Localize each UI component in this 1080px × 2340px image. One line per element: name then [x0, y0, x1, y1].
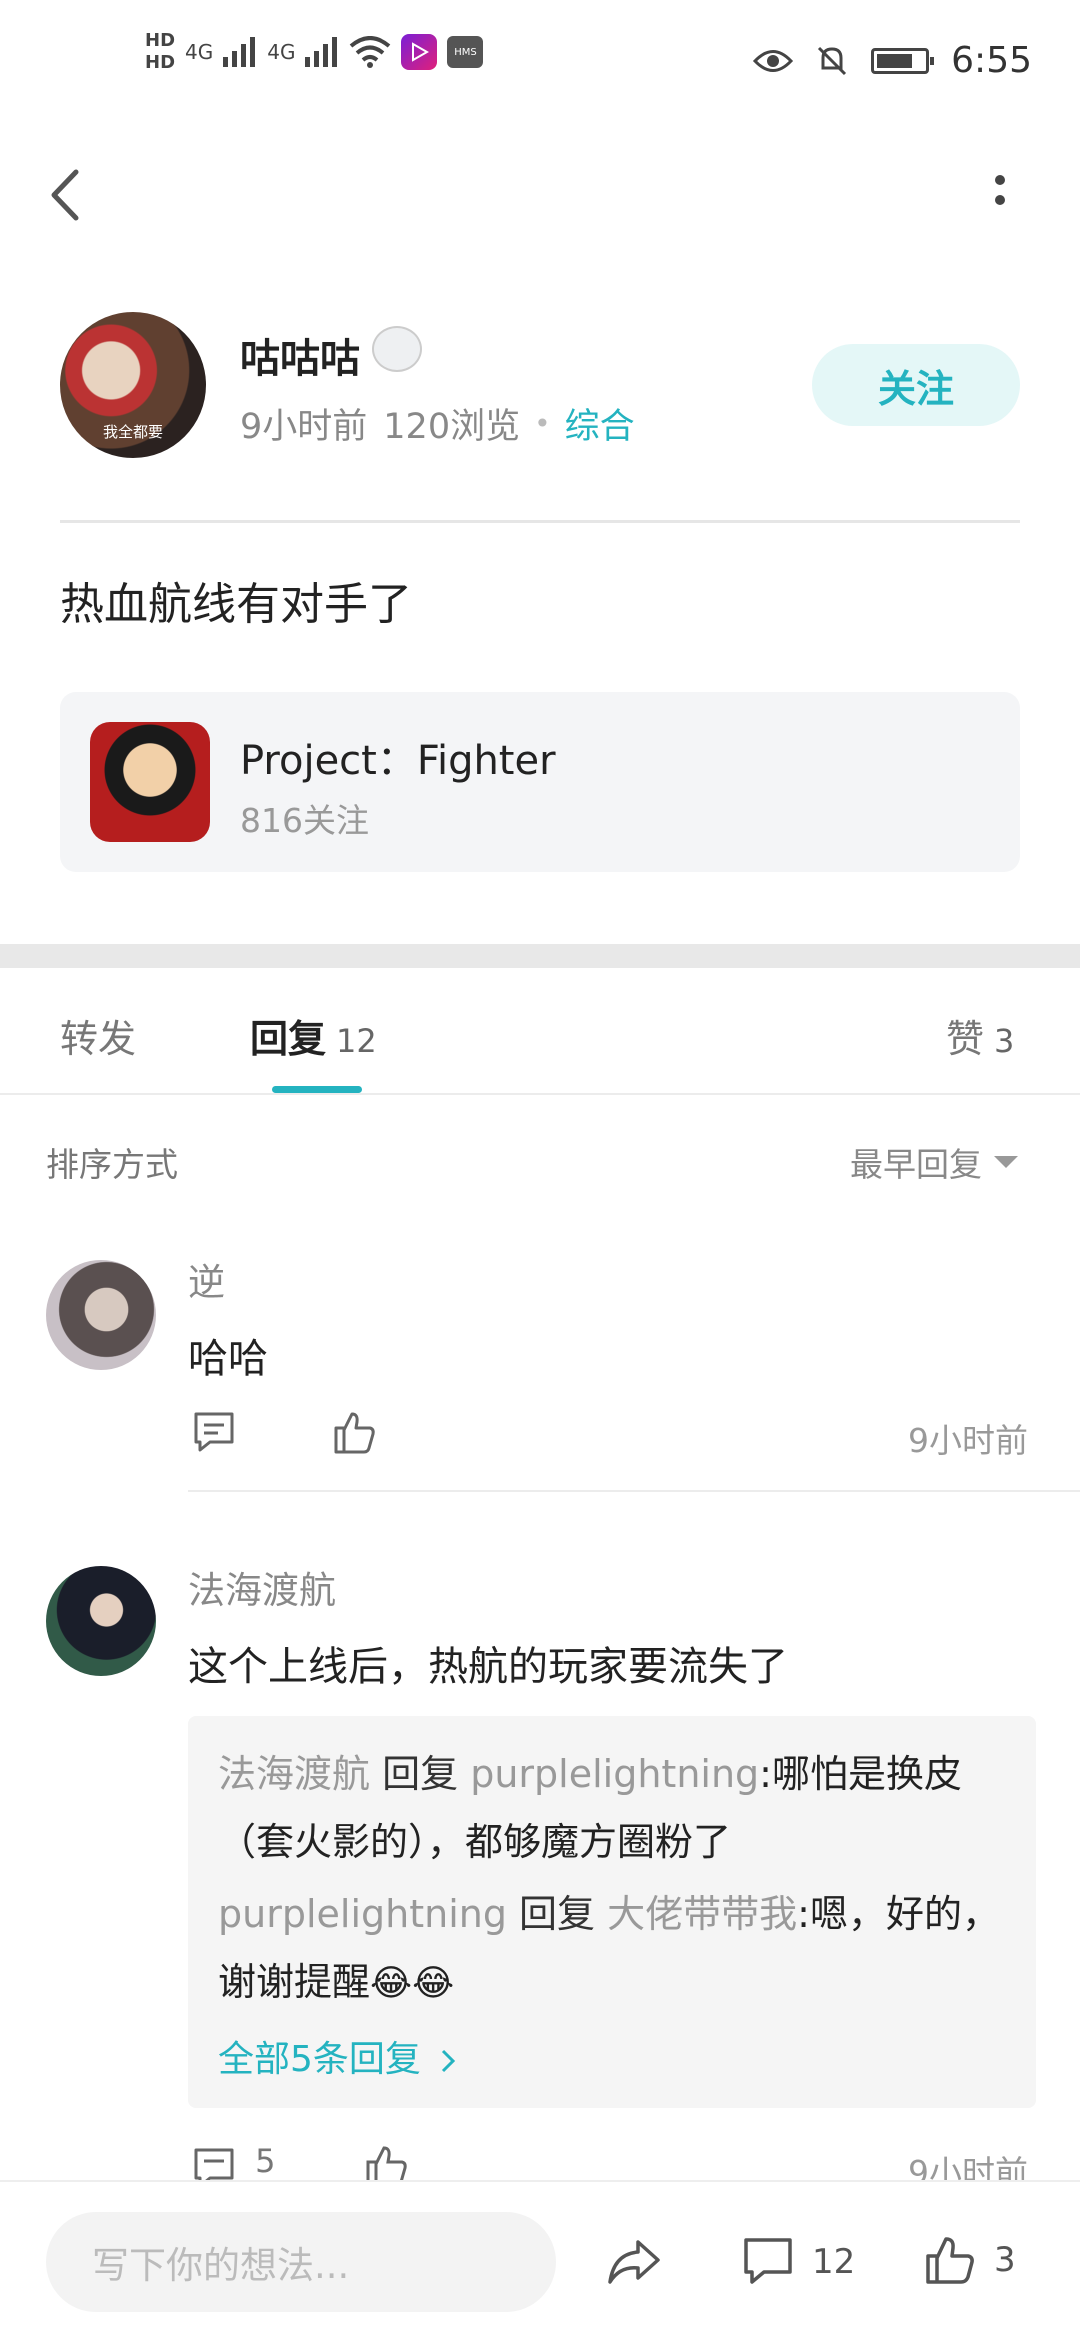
- commenter-name[interactable]: 逆: [188, 1252, 225, 1306]
- reply-verb: 回复: [519, 1892, 596, 1936]
- comment-count: 12: [812, 2242, 856, 2282]
- follow-button[interactable]: 关注: [812, 344, 1020, 426]
- signal-bars-icon: [305, 37, 338, 67]
- chevron-right-icon: [442, 2049, 456, 2073]
- reply-item: purplelightning 回复 大佬带带我:嗯，好的，谢谢提醒😂😂: [218, 1880, 1008, 2018]
- sort-dropdown[interactable]: 最早回复: [850, 1138, 1018, 1186]
- signal-bars-icon: [223, 37, 256, 67]
- reply-to[interactable]: purplelightning: [470, 1752, 759, 1796]
- dropdown-triangle-icon: [994, 1156, 1018, 1168]
- comment-bubble-icon: [744, 2238, 792, 2284]
- game-name: Project：Fighter: [240, 738, 556, 784]
- comment-text: 哈哈: [188, 1336, 268, 1382]
- post-meta: 9小时前 120浏览 • 综合: [240, 398, 635, 449]
- thumbs-up-icon: [926, 2237, 974, 2284]
- hd-indicator-1: HD: [145, 30, 176, 51]
- like-button[interactable]: 3: [924, 2234, 1016, 2286]
- post-title: 热血航线有对手了: [60, 579, 412, 630]
- divider: [0, 1093, 1080, 1095]
- divider: [188, 1490, 1080, 1492]
- section-separator: [0, 944, 1080, 968]
- hd-indicators: HD HD: [145, 30, 175, 74]
- thumbs-up-icon: [334, 1412, 375, 1454]
- reply-from[interactable]: 法海渡航: [218, 1752, 370, 1796]
- commenter-name[interactable]: 法海渡航: [188, 1560, 336, 1614]
- hms-icon: HMS: [447, 36, 484, 68]
- tab-like-count: 3: [994, 1022, 1015, 1060]
- status-right: 6:55: [753, 40, 1032, 81]
- like-count: 3: [994, 2240, 1016, 2280]
- tab-forward[interactable]: 转发: [60, 1008, 136, 1063]
- divider: [60, 520, 1020, 523]
- tab-reply-label: 回复: [250, 1017, 327, 1061]
- reply-to[interactable]: 大佬带带我: [607, 1892, 797, 1936]
- post-time: 9小时前: [240, 407, 368, 447]
- wifi-icon: [350, 36, 391, 68]
- hd-indicator-2: HD: [145, 52, 176, 73]
- more-button[interactable]: [985, 170, 1015, 220]
- tab-like[interactable]: 赞3: [946, 1008, 1014, 1063]
- battery-icon: [871, 47, 935, 74]
- back-arrow-icon: [51, 169, 79, 221]
- comment-time: 9小时前: [908, 1421, 1028, 1460]
- tab-reply-count: 12: [336, 1022, 377, 1060]
- more-vertical-icon: [995, 175, 1005, 205]
- share-arrow-icon: [608, 2240, 660, 2284]
- comments-button[interactable]: 12: [742, 2236, 855, 2288]
- commenter-avatar[interactable]: [46, 1566, 156, 1676]
- reply-verb: 回复: [382, 1752, 459, 1796]
- back-button[interactable]: [40, 160, 90, 230]
- comment-text: 这个上线后，热航的玩家要流失了: [188, 1644, 788, 1690]
- like-comment-button[interactable]: [330, 1408, 378, 1460]
- sort-label: 排序方式: [46, 1145, 178, 1184]
- avatar-caption: 我全都要: [102, 423, 163, 441]
- comment-bubble-icon: [194, 1412, 234, 1452]
- reply-item: 法海渡航 回复 purplelightning:哪怕是换皮（套火影的），都够魔方…: [218, 1740, 1008, 1876]
- sort-value: 最早回复: [850, 1145, 982, 1184]
- post-views: 120浏览: [383, 407, 521, 447]
- post-category[interactable]: 综合: [565, 398, 635, 449]
- meta-separator: •: [534, 407, 551, 440]
- author-name[interactable]: 咕咕咕: [240, 326, 360, 384]
- status-bar: HD HD 4G 4G HMS 6:55: [0, 0, 1080, 130]
- video-app-icon: [401, 34, 438, 70]
- laughing-emoji: 😂😂: [370, 1963, 455, 2004]
- status-left: HD HD 4G 4G HMS: [145, 30, 484, 74]
- signal-4g-1: 4G: [185, 40, 214, 64]
- battery-level: [877, 53, 913, 68]
- game-followers: 816关注: [240, 801, 369, 840]
- author-avatar[interactable]: 我全都要: [60, 312, 206, 458]
- share-button[interactable]: [606, 2236, 662, 2292]
- mute-bell-icon: [818, 46, 847, 75]
- eye-icon: [753, 49, 794, 72]
- game-icon: [90, 722, 210, 842]
- all-replies-link[interactable]: 全部5条回复: [218, 2030, 458, 2082]
- signal-4g-2: 4G: [267, 40, 296, 64]
- user-badge-icon: [372, 326, 422, 372]
- tab-indicator: [272, 1086, 362, 1093]
- all-replies-label: 全部5条回复: [218, 2039, 421, 2080]
- tab-like-label: 赞: [946, 1017, 985, 1061]
- reply-count: 5: [255, 2142, 276, 2180]
- comment-input[interactable]: 写下你的想法...: [46, 2212, 556, 2312]
- reply-from[interactable]: purplelightning: [218, 1892, 507, 1936]
- clock: 6:55: [951, 40, 1032, 81]
- tab-reply[interactable]: 回复 12: [250, 1008, 377, 1063]
- commenter-avatar[interactable]: [46, 1260, 156, 1370]
- reply-comment-button[interactable]: [190, 1408, 238, 1460]
